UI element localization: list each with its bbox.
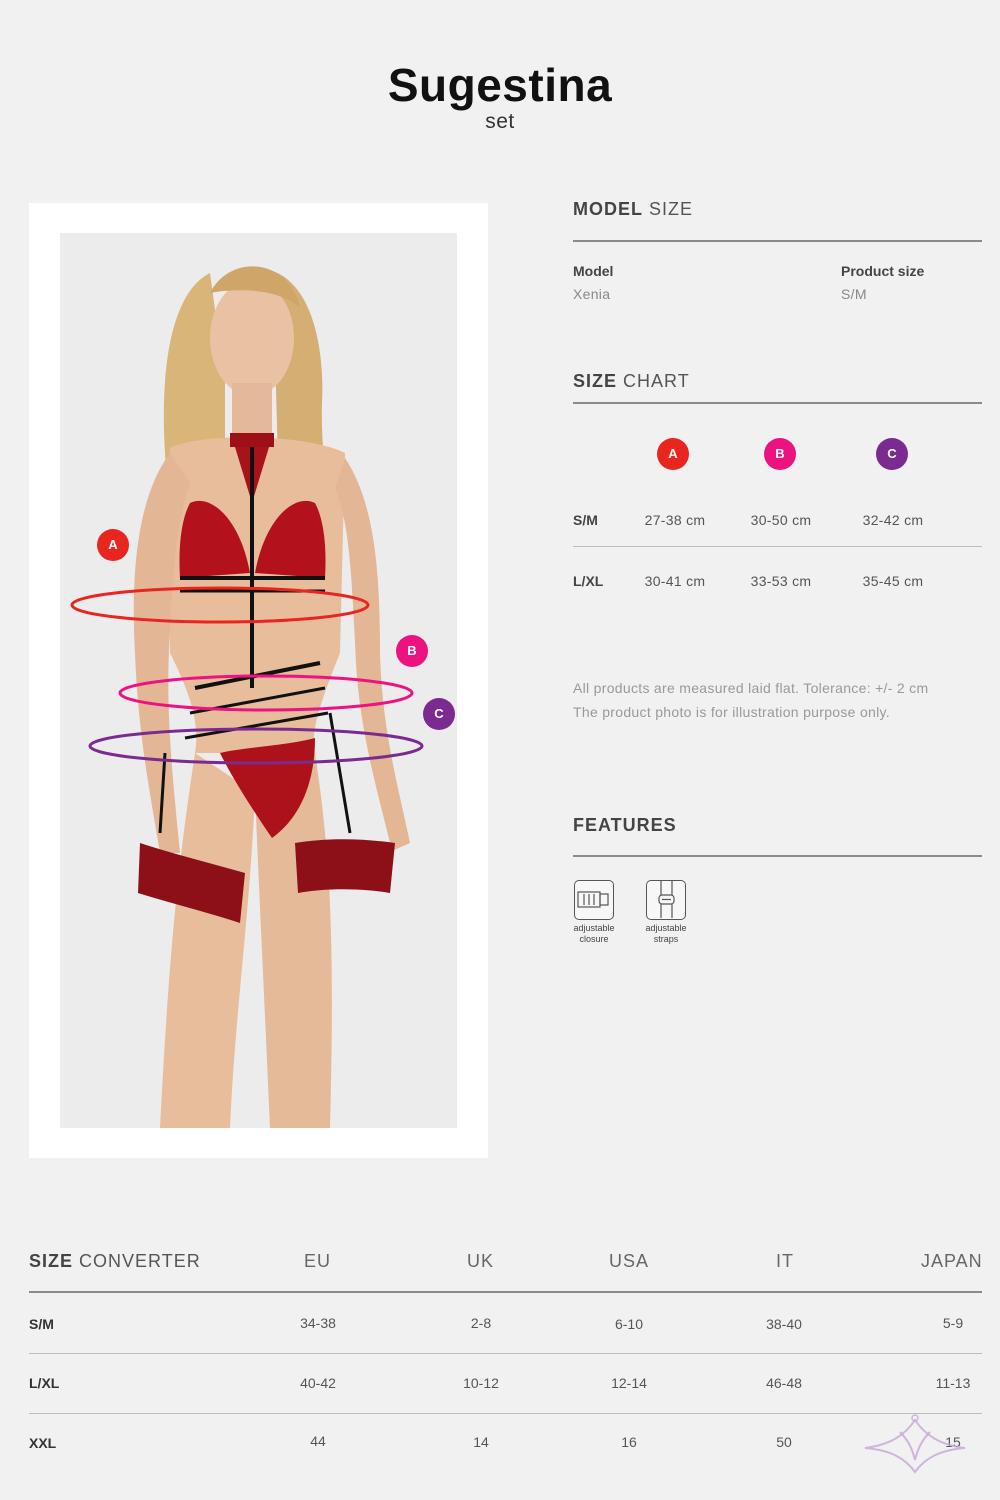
converter-header-it: IT bbox=[776, 1251, 794, 1271]
converter-row-divider bbox=[29, 1413, 982, 1414]
product-subtitle: set bbox=[485, 110, 515, 133]
adjustable-straps-icon bbox=[646, 880, 686, 920]
illustration-note: The product photo is for illustration pu… bbox=[573, 704, 890, 720]
chart-cell: 30-41 cm bbox=[644, 573, 706, 589]
size-chart-title: SIZE CHART bbox=[573, 371, 690, 391]
converter-cell: 50 bbox=[776, 1434, 792, 1450]
size-chart-divider bbox=[573, 402, 982, 404]
product-size-label: Product size bbox=[841, 263, 925, 279]
product-photo: A B C bbox=[60, 233, 457, 1128]
feature-caption: adjustable straps bbox=[645, 923, 687, 944]
converter-header-uk: UK bbox=[467, 1251, 495, 1271]
converter-divider bbox=[29, 1291, 982, 1293]
converter-cell: 46-48 bbox=[766, 1375, 802, 1391]
chart-cell: 32-42 cm bbox=[862, 512, 924, 528]
converter-cell: 34-38 bbox=[300, 1315, 336, 1331]
converter-cell: 5-9 bbox=[942, 1315, 964, 1331]
marker-b-badge: B bbox=[396, 635, 428, 667]
converter-cell: 38-40 bbox=[766, 1316, 802, 1332]
chart-col-a-badge: A bbox=[657, 438, 689, 470]
converter-row-size: XXL bbox=[29, 1435, 57, 1451]
converter-cell: 11-13 bbox=[935, 1375, 971, 1391]
converter-cell: 44 bbox=[310, 1433, 326, 1449]
chart-row-divider bbox=[573, 546, 982, 547]
product-title: Sugestina bbox=[387, 59, 613, 111]
converter-row-size: L/XL bbox=[29, 1375, 60, 1391]
chart-row-size: S/M bbox=[573, 512, 598, 528]
converter-cell: 40-42 bbox=[300, 1375, 336, 1391]
chart-cell: 33-53 cm bbox=[750, 573, 812, 589]
converter-row-divider bbox=[29, 1353, 982, 1354]
marker-c-badge: C bbox=[423, 698, 455, 730]
features-title: FEATURES bbox=[573, 815, 677, 835]
chart-col-c-badge: C bbox=[876, 438, 908, 470]
chart-col-b-badge: B bbox=[764, 438, 796, 470]
feature-adjustable-closure: adjustable closure bbox=[564, 880, 624, 945]
size-converter-title: SIZE CONVERTER bbox=[29, 1251, 201, 1271]
converter-row-size: S/M bbox=[29, 1316, 54, 1332]
features-divider bbox=[573, 855, 982, 857]
chart-cell: 35-45 cm bbox=[862, 573, 924, 589]
converter-cell: 2-8 bbox=[470, 1315, 492, 1331]
converter-cell: 10-12 bbox=[463, 1375, 499, 1391]
model-size-title: MODEL SIZE bbox=[573, 199, 694, 219]
measurement-note: All products are measured laid flat. Tol… bbox=[573, 680, 929, 696]
chart-row-size: L/XL bbox=[573, 573, 604, 589]
chart-cell: 30-50 cm bbox=[750, 512, 812, 528]
converter-cell: 14 bbox=[473, 1434, 489, 1450]
product-photo-frame: A B C bbox=[29, 203, 488, 1158]
model-value: Xenia bbox=[573, 286, 611, 302]
converter-cell: 6-10 bbox=[614, 1316, 644, 1332]
chart-cell: 27-38 cm bbox=[644, 512, 706, 528]
converter-cell: 16 bbox=[621, 1434, 637, 1450]
feature-adjustable-straps: adjustable straps bbox=[636, 880, 696, 945]
product-size-value: S/M bbox=[841, 286, 867, 302]
marker-a-badge: A bbox=[97, 529, 129, 561]
brand-watermark-logo bbox=[864, 1414, 966, 1474]
feature-caption: adjustable closure bbox=[573, 923, 615, 944]
converter-header-eu: EU bbox=[304, 1251, 332, 1271]
converter-header-usa: USA bbox=[609, 1251, 650, 1271]
model-size-divider bbox=[573, 240, 982, 242]
converter-cell: 12-14 bbox=[611, 1375, 647, 1391]
converter-header-japan: JAPAN bbox=[921, 1251, 983, 1271]
adjustable-closure-icon bbox=[574, 880, 614, 920]
model-label: Model bbox=[573, 263, 614, 279]
